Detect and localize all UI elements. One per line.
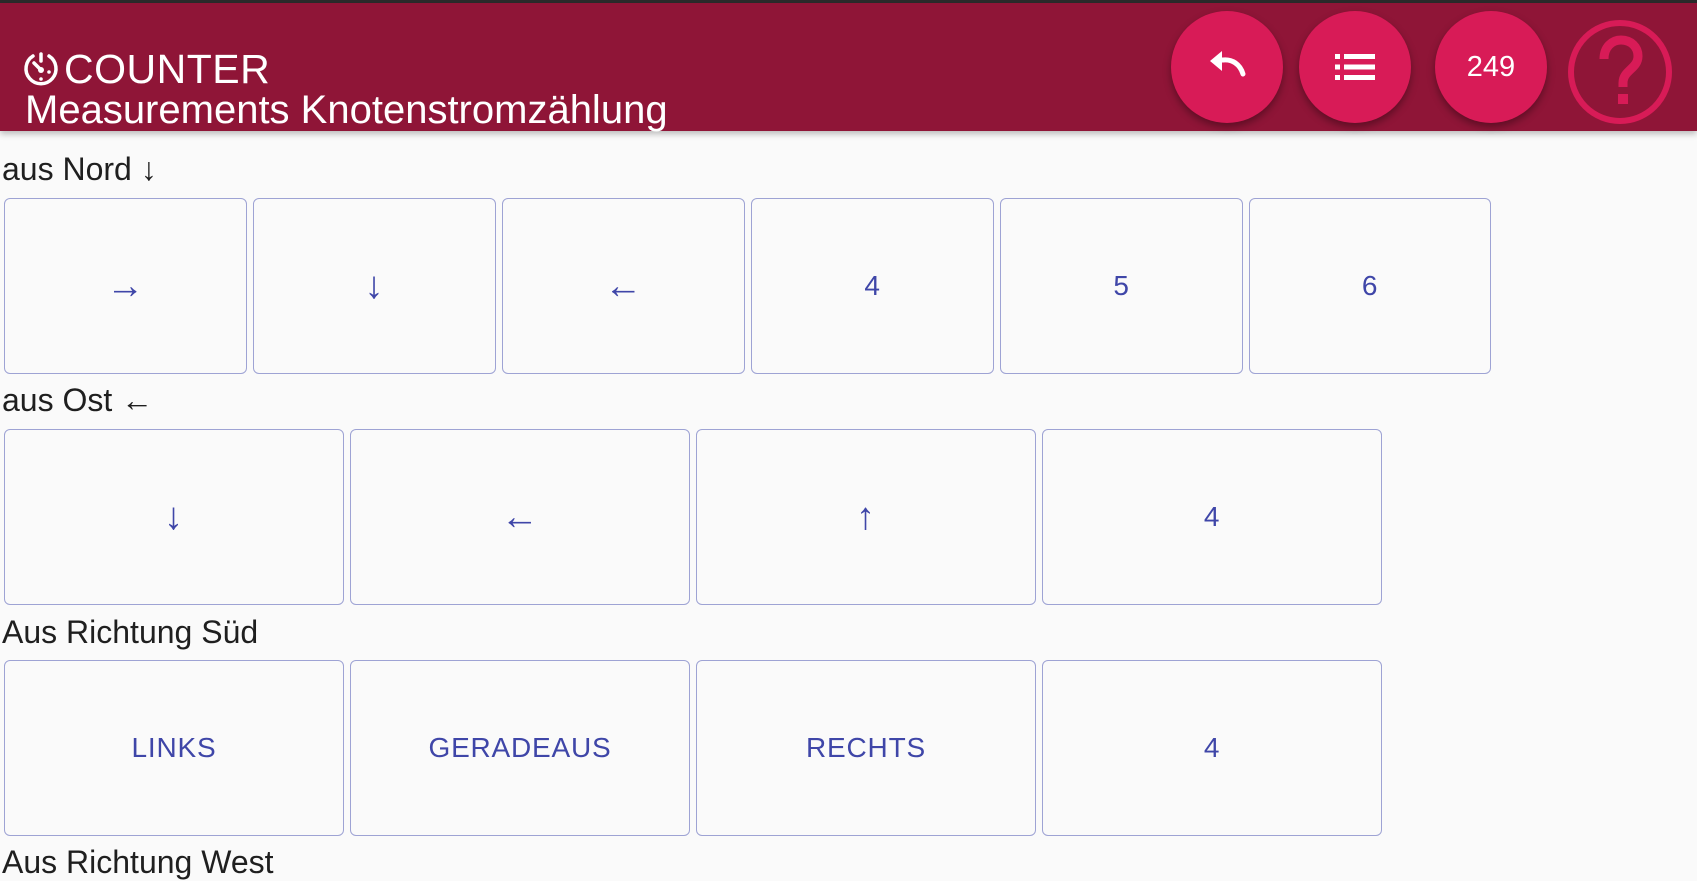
help-circle-icon[interactable] xyxy=(1567,19,1673,125)
undo-button[interactable] xyxy=(1171,11,1283,123)
section-label-ost: aus Ost ← xyxy=(2,382,154,418)
page-title: Measurements Knotenstromzählung xyxy=(25,88,668,132)
section-label-west: Aus Richtung West xyxy=(2,844,274,880)
timer-icon xyxy=(24,52,58,86)
app-brand: COUNTER xyxy=(22,47,270,91)
sued-links-button[interactable]: LINKS xyxy=(4,660,344,836)
app-header: COUNTER Measurements Knotenstromzählung … xyxy=(0,3,1697,132)
ost-up-button[interactable]: ↑ xyxy=(696,429,1036,605)
sued-rechts-button[interactable]: RECHTS xyxy=(696,660,1036,836)
list-icon xyxy=(1335,54,1375,80)
app-name: COUNTER xyxy=(64,46,271,92)
list-button[interactable] xyxy=(1299,11,1411,123)
nord-5-button[interactable]: 5 xyxy=(1000,198,1243,374)
sued-4-button[interactable]: 4 xyxy=(1042,660,1382,836)
count-button[interactable]: 249 xyxy=(1435,11,1547,123)
ost-down-button[interactable]: ↓ xyxy=(4,429,344,605)
count-value: 249 xyxy=(1466,50,1516,83)
ost-straight-button[interactable]: ← xyxy=(350,429,690,605)
sued-geradeaus-button[interactable]: GERADEAUS xyxy=(350,660,690,836)
nord-4-button[interactable]: 4 xyxy=(751,198,994,374)
undo-icon xyxy=(1210,51,1246,77)
nord-straight-button[interactable]: ↓ xyxy=(253,198,496,374)
section-label-nord: aus Nord ↓ xyxy=(2,151,157,187)
nord-left-button[interactable]: ← xyxy=(502,198,745,374)
nord-right-button[interactable]: → xyxy=(4,198,247,374)
ost-4-button[interactable]: 4 xyxy=(1042,429,1382,605)
nord-6-button[interactable]: 6 xyxy=(1249,198,1491,374)
section-label-sued: Aus Richtung Süd xyxy=(2,614,259,650)
